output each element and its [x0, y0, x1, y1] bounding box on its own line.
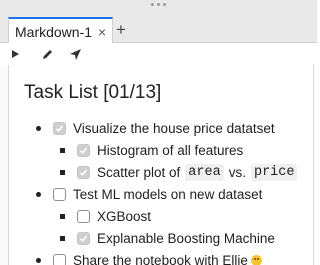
task-checkbox[interactable]	[77, 209, 90, 223]
task-checkbox[interactable]	[53, 253, 66, 265]
page-title: Task List [01/13]	[24, 82, 162, 103]
cell-toolbar	[0, 43, 317, 65]
tab-bar: Markdown-1 × +	[0, 17, 317, 44]
new-tab-button[interactable]: +	[112, 20, 130, 39]
bullet-icon	[36, 257, 41, 263]
inline-code: price	[250, 163, 298, 181]
task-text: Explanable Boosting Machine	[97, 230, 275, 246]
list-item: Test ML models on new dataset	[36, 184, 262, 204]
task-checkbox[interactable]	[77, 231, 90, 245]
list-item: Share the notebook with Ellie	[36, 250, 262, 265]
window-drag-strip[interactable]	[0, 0, 317, 17]
smiling-face-icon	[250, 254, 262, 265]
list-item: Histogram of all features	[60, 140, 243, 160]
bullet-icon	[36, 191, 41, 197]
bullet-icon	[36, 125, 41, 131]
list-item: Visualize the house price datatset	[36, 118, 275, 138]
task-text: XGBoost	[97, 208, 152, 224]
task-text: Scatter plot of	[97, 164, 181, 180]
task-checkbox[interactable]	[53, 121, 66, 135]
cell-right-border	[313, 65, 317, 265]
markdown-editor-window: Markdown-1 × + Task List [01/13] Visuali…	[0, 0, 317, 265]
run-icon[interactable]	[8, 47, 22, 61]
bullet-icon	[60, 235, 65, 241]
task-text: Visualize the house price datatset	[73, 120, 275, 136]
tab-label: Markdown-1	[15, 23, 93, 40]
task-checkbox[interactable]	[53, 187, 66, 201]
bullet-icon	[60, 147, 65, 153]
cell-gutter	[0, 65, 9, 265]
close-icon[interactable]: ×	[98, 25, 106, 39]
task-text: Histogram of all features	[97, 142, 244, 158]
task-text: Test ML models on new dataset	[73, 186, 263, 202]
bullet-icon	[60, 169, 65, 175]
task-text: Share the notebook with Ellie	[73, 252, 248, 265]
send-icon[interactable]	[68, 47, 82, 61]
markdown-preview: Task List [01/13] Visualize the house pr…	[22, 65, 312, 265]
list-item: XGBoost	[60, 206, 151, 226]
bullet-icon	[60, 213, 65, 219]
inline-code: area	[185, 163, 224, 181]
edit-icon[interactable]	[40, 47, 54, 61]
list-item: Scatter plot of area vs. price	[60, 162, 298, 182]
tab-markdown-1[interactable]: Markdown-1 ×	[8, 17, 114, 44]
task-text: vs.	[228, 164, 246, 180]
task-checkbox[interactable]	[77, 165, 90, 179]
list-item: Explanable Boosting Machine	[60, 228, 275, 248]
drag-handle-icon[interactable]	[151, 3, 166, 6]
task-checkbox[interactable]	[77, 143, 90, 157]
